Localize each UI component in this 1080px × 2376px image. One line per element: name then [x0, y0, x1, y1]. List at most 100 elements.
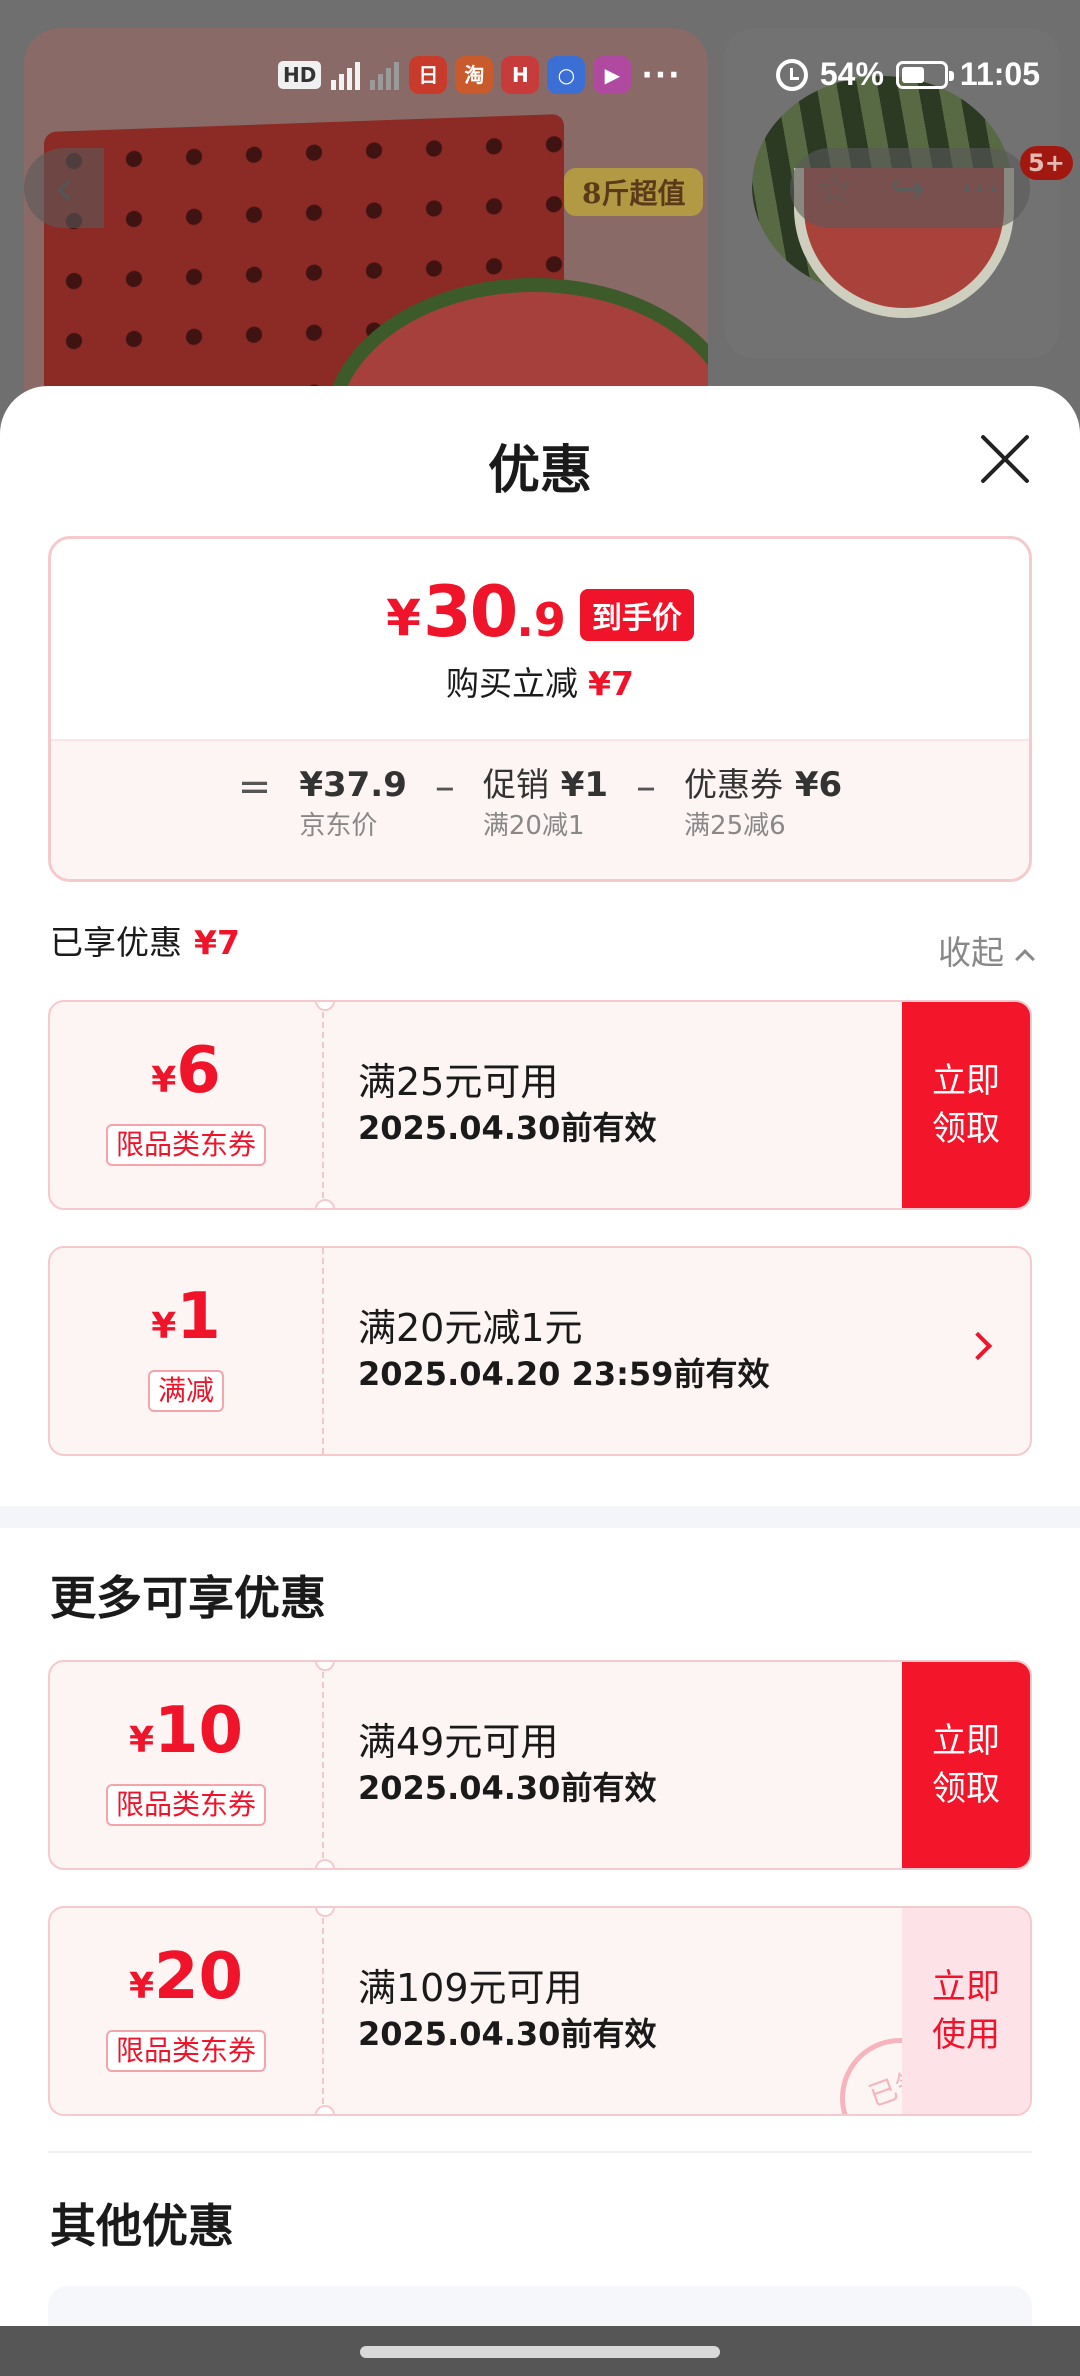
final-price-decimal: .9 — [516, 593, 566, 647]
coupon-validity: 2025.04.30前有效 — [358, 1769, 657, 1807]
home-indicator[interactable] — [360, 2346, 720, 2358]
coupon-amount: ¥6 — [794, 765, 843, 805]
coupon-type: 限品类东券 — [105, 1784, 267, 1826]
enjoyed-discount: 已享优惠 ¥7 — [50, 916, 240, 964]
jd-price: ¥37.9 — [299, 765, 407, 805]
navigation-bar — [0, 2326, 1080, 2376]
coupon-value: 10 — [154, 1694, 244, 1768]
coupon-type: 限品类东券 — [105, 1124, 267, 1166]
coupon-amount: ¥20 — [50, 1944, 322, 2010]
enjoyed-label: 已享优惠 — [50, 923, 182, 962]
claim-coupon-button[interactable]: 立即领取 — [902, 1002, 1030, 1208]
coupon-validity: 2025.04.30前有效 — [358, 2015, 657, 2053]
status-right: 54% 11:05 — [775, 56, 1040, 93]
coupon-notch — [315, 1199, 335, 1208]
promotion-card[interactable]: ¥1 满减 满20元减1元 2025.04.20 23:59前有效 — [48, 1246, 1032, 1456]
message-badge: 5+ — [1020, 146, 1073, 180]
coupon-value: 20 — [154, 1940, 244, 2014]
collapse-label: 收起 — [938, 933, 1004, 972]
jd-price-label: 京东价 — [299, 811, 378, 841]
reduction-label: 购买立减 — [446, 664, 579, 703]
jd-price-item: ¥37.9 京东价 — [299, 761, 407, 843]
minus-sign: – — [434, 764, 455, 810]
notification-app-icons: 日淘 H ○ ▶ — [409, 56, 632, 94]
coupon-label: 优惠券 — [684, 765, 784, 804]
coupon-currency: ¥ — [128, 1966, 154, 2007]
top-actions: ☆ ↪ ··· — [790, 148, 1030, 228]
coupon-value-area: ¥10 限品类东券 — [50, 1662, 324, 1868]
discount-sheet: 优惠 ¥ 30 .9 到手价 购买立减 ¥7 = ¥37.9 京东价 – 促销 … — [0, 386, 1080, 2376]
coupon-details: 满49元可用 2025.04.30前有效 — [358, 1718, 656, 1810]
coupon-value-area: ¥20 限品类东券 — [50, 1908, 324, 2114]
sheet-title: 优惠 — [487, 441, 592, 501]
promotion-label: 促销 — [482, 765, 549, 804]
taobao-icon: 淘 — [455, 56, 494, 94]
coupon-condition: 满20元减1元 — [358, 1306, 583, 1350]
price-summary-card: ¥ 30 .9 到手价 购买立减 ¥7 = ¥37.9 京东价 – 促销 ¥1 满… — [48, 536, 1032, 882]
chevron-up-icon — [1015, 949, 1035, 969]
final-price-integer: 30 — [422, 571, 518, 653]
coupon-currency: ¥ — [128, 1720, 154, 1761]
more-icon: ··· — [960, 164, 1001, 213]
instant-reduction: 购买立减 ¥7 — [51, 657, 1029, 705]
final-price-tag: 到手价 — [579, 589, 694, 641]
coupon-validity: 2025.04.30前有效 — [358, 1109, 657, 1147]
coupon-rule: 满25减6 — [684, 811, 786, 841]
hd-icon: HD — [278, 61, 322, 89]
coupon-type: 限品类东券 — [105, 2030, 267, 2072]
status-bar: HD 日淘 H ○ ▶ ··· 54% 11:05 — [0, 40, 1080, 110]
coupon-amount: ¥10 — [50, 1698, 322, 1764]
enjoyed-amount: ¥7 — [194, 923, 240, 962]
battery-icon — [895, 60, 954, 89]
equals-sign: = — [237, 764, 272, 810]
more-notifications-icon: ··· — [641, 57, 682, 93]
alarm-icon — [775, 58, 808, 91]
price-breakdown: = ¥37.9 京东价 – 促销 ¥1 满20减1 – 优惠券 ¥6 满25减6 — [51, 739, 1029, 879]
coupon-notch — [315, 2105, 335, 2114]
use-coupon-button[interactable]: 立即使用 — [902, 1908, 1030, 2114]
coupon-value-area: ¥1 满减 — [50, 1248, 324, 1454]
claim-button-label: 立即领取 — [932, 1721, 1000, 1809]
final-price-currency: ¥ — [386, 589, 421, 647]
signal-secondary-icon — [370, 60, 400, 90]
share-icon: ↪ — [890, 164, 926, 213]
coupon-amount: ¥6 — [50, 1038, 322, 1104]
coupon-card[interactable]: ¥6 限品类东券 满25元可用 2025.04.30前有效 立即领取 — [48, 1000, 1032, 1210]
clock: 11:05 — [959, 56, 1040, 92]
price-formula: = ¥37.9 京东价 – 促销 ¥1 满20减1 – 优惠券 ¥6 满25减6 — [51, 761, 1029, 843]
app-icon: 日 — [409, 56, 448, 94]
coupon-value-area: ¥6 限品类东券 — [50, 1002, 324, 1208]
coupon-card[interactable]: ¥20 限品类东券 满109元可用 2025.04.30前有效 已领 立即使用 — [48, 1906, 1032, 2116]
divider — [48, 2151, 1032, 2153]
final-price: ¥ 30 .9 到手价 — [51, 575, 1029, 649]
claim-coupon-button[interactable]: 立即领取 — [902, 1662, 1030, 1868]
coupon-condition: 满49元可用 — [358, 1720, 559, 1764]
coupon-details: 满25元可用 2025.04.30前有效 — [358, 1058, 656, 1150]
final-price-area: ¥ 30 .9 到手价 购买立减 ¥7 — [51, 539, 1029, 739]
battery-percent: 54% — [819, 56, 884, 92]
chevron-right-icon[interactable] — [963, 1331, 993, 1361]
signal-5g-icon — [331, 60, 361, 90]
product-tag: 8斤超值 — [564, 168, 704, 216]
promotion-item: 促销 ¥1 满20减1 — [483, 761, 608, 843]
video-icon: ▶ — [593, 56, 632, 94]
use-button-label: 立即使用 — [932, 1967, 1000, 2055]
coupon-currency: ¥ — [151, 1060, 177, 1101]
coupon-details: 满20元减1元 2025.04.20 23:59前有效 — [358, 1304, 769, 1396]
back-icon: ‹ — [24, 148, 104, 228]
huawei-icon: H — [501, 56, 540, 94]
coupon-amount: ¥1 — [50, 1284, 322, 1350]
coupon-card[interactable]: ¥10 限品类东券 满49元可用 2025.04.30前有效 立即领取 — [48, 1660, 1032, 1870]
claim-button-label: 立即领取 — [932, 1061, 1000, 1149]
minus-sign: – — [636, 764, 657, 810]
reduction-amount: ¥7 — [588, 664, 634, 703]
close-icon[interactable] — [978, 432, 1032, 486]
coupon-validity: 2025.04.20 23:59前有效 — [358, 1355, 770, 1393]
coupon-value: 6 — [176, 1034, 221, 1108]
favorite-icon: ☆ — [816, 164, 854, 213]
promotion-amount: ¥1 — [560, 765, 609, 805]
status-left: HD 日淘 H ○ ▶ ··· — [278, 56, 682, 94]
coupon-type: 满减 — [147, 1370, 225, 1412]
collapse-button[interactable]: 收起 — [938, 926, 1035, 974]
coupon-details: 满109元可用 2025.04.30前有效 — [358, 1964, 656, 2056]
